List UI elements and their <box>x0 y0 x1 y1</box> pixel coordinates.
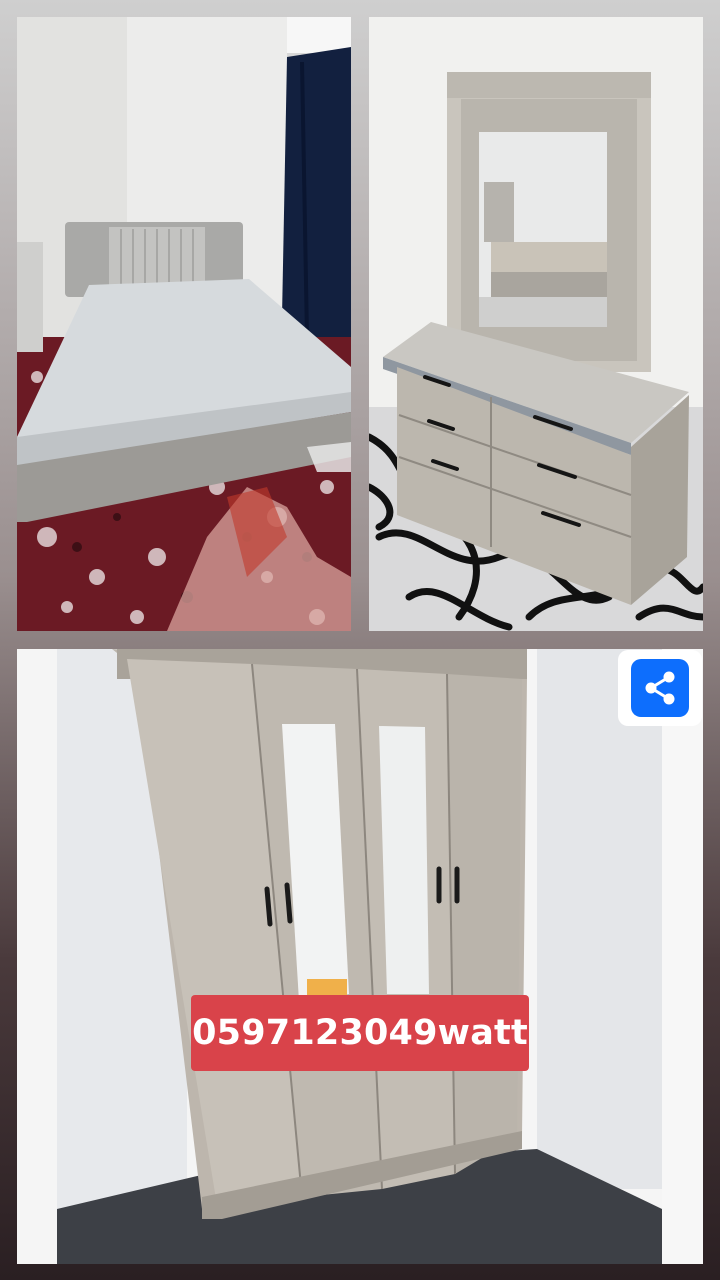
phone-number-overlay: 0597123049watt <box>191 995 529 1071</box>
share-icon <box>645 671 675 705</box>
dresser-illustration <box>369 17 703 631</box>
bed-photo <box>17 17 351 631</box>
wardrobe-photo <box>17 649 703 1264</box>
collage: 0597123049watt <box>0 0 720 1280</box>
wardrobe-illustration <box>17 649 703 1264</box>
phone-number-text: 0597123049watt <box>192 1013 528 1053</box>
share-button[interactable] <box>618 650 702 726</box>
dresser-photo <box>369 17 703 631</box>
bed-illustration <box>17 17 351 631</box>
share-button-face[interactable] <box>631 659 689 717</box>
